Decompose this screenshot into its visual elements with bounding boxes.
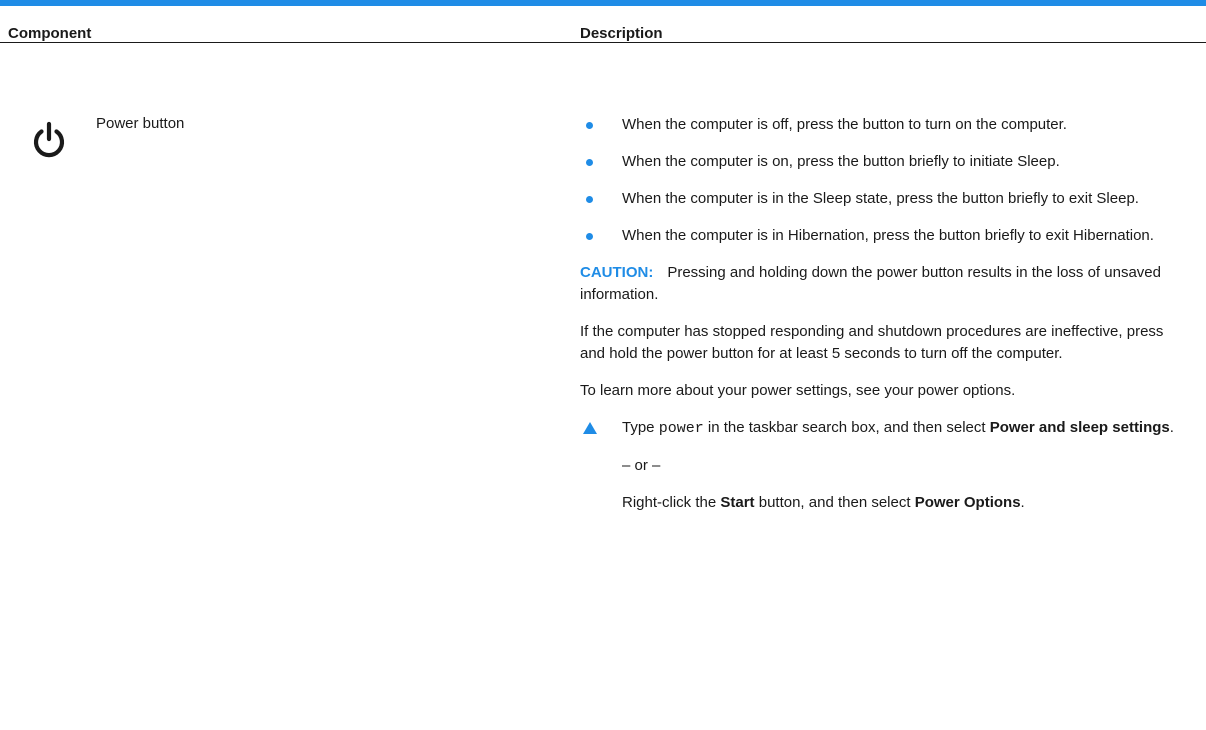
- caution-note: CAUTION: Pressing and holding down the po…: [580, 262, 1180, 306]
- bullet-text: When the computer is in the Sleep state,…: [622, 190, 1139, 207]
- or-separator: – or –: [622, 457, 661, 474]
- header-component: Component: [8, 25, 92, 42]
- alt-bold-power-options: Power Options: [914, 494, 1021, 511]
- list-item: When the computer is on, press the butto…: [580, 151, 1180, 173]
- step-triangle-icon: [583, 422, 597, 434]
- step-middle: in the taskbar search box, and then sele…: [703, 419, 990, 436]
- bullet-dot-icon: [586, 196, 593, 203]
- bullet-dot-icon: [586, 233, 593, 240]
- header-description: Description: [580, 25, 663, 42]
- bullet-text: When the computer is off, press the butt…: [622, 116, 1067, 133]
- bullet-dot-icon: [586, 122, 593, 129]
- component-name: Power button: [96, 115, 185, 132]
- table-header-row: Component Description: [0, 6, 1206, 43]
- list-item: When the computer is in the Sleep state,…: [580, 188, 1180, 210]
- description-cell: When the computer is off, press the butt…: [580, 114, 1180, 529]
- step-suffix: .: [1169, 419, 1174, 436]
- caution-label: CAUTION:: [580, 264, 654, 281]
- power-icon: [33, 121, 65, 158]
- caution-text: Pressing and holding down the power butt…: [580, 264, 1161, 303]
- bullet-text: When the computer is in Hibernation, pre…: [622, 227, 1154, 244]
- learn-more-paragraph: To learn more about your power settings,…: [580, 382, 1016, 399]
- step-code: power: [658, 420, 704, 437]
- alt-bold-start: Start: [720, 494, 755, 511]
- component-table: Component Description Power button When …: [0, 0, 1206, 511]
- alt-suffix: .: [1020, 494, 1025, 511]
- bullet-text: When the computer is on, press the butto…: [622, 153, 1060, 170]
- list-item: When the computer is in Hibernation, pre…: [580, 225, 1180, 247]
- alt-middle: button, and then select: [754, 494, 915, 511]
- step-item: Type power in the taskbar search box, an…: [580, 417, 1180, 440]
- step-prefix: Type: [622, 419, 659, 436]
- list-item: When the computer is off, press the butt…: [580, 114, 1180, 136]
- alt-prefix: Right-click the: [622, 494, 721, 511]
- unresponsive-paragraph: If the computer has stopped responding a…: [580, 323, 1164, 362]
- step-bold: Power and sleep settings: [989, 419, 1170, 436]
- bullet-dot-icon: [586, 159, 593, 166]
- alternative-step: Right-click the Start button, and then s…: [580, 492, 1180, 514]
